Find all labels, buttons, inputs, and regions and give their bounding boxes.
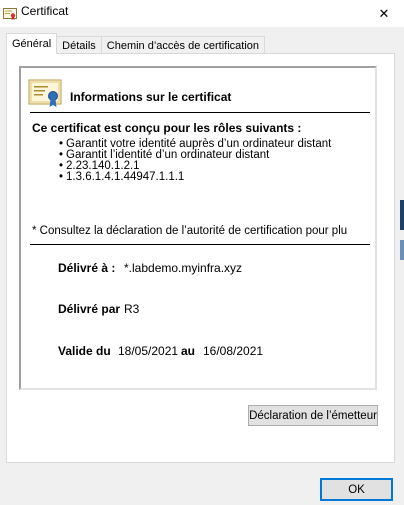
issued-to-label: Délivré à : [58,261,116,275]
tab-details[interactable]: Détails [56,36,102,54]
info-title: Informations sur le certificat [70,90,232,104]
ca-statement-note: * Consultez la déclaration de l’autorité… [32,225,348,237]
tab-strip: Général Détails Chemin d’accès de certif… [6,32,266,54]
valid-to-value: 16/08/2021 [203,344,264,358]
certificate-document-icon [28,79,62,107]
roles-title: Ce certificat est conçu pour les rôles s… [32,121,302,135]
issuer-statement-button[interactable]: Déclaration de l’émetteur [248,405,378,426]
issued-by-label: Délivré par [58,302,121,316]
certificate-icon [3,8,17,20]
valid-to-label: au [181,344,196,358]
certificate-dialog: Certificat ✕ Général Détails Chemin d’ac… [0,0,404,505]
certificate-info-box: Informations sur le certificat Ce certif… [19,66,377,390]
window-title: Certificat [21,4,69,18]
ok-button[interactable]: OK [320,478,393,501]
issued-to-value: *.labdemo.myinfra.xyz [124,261,243,275]
general-tab-panel: Informations sur le certificat Ce certif… [6,53,395,463]
tab-certification-path[interactable]: Chemin d’accès de certification [100,36,266,54]
valid-from-label: Valide du [58,344,111,358]
close-button[interactable]: ✕ [364,0,404,27]
background-window-edge [400,240,404,260]
title-bar: Certificat ✕ [0,0,404,27]
separator-top [30,112,370,113]
issued-by-value: R3 [124,302,140,316]
valid-from-value: 18/05/2021 [118,344,179,358]
background-window-edge [400,200,404,230]
close-icon: ✕ [378,5,390,21]
roles-list: Garantit votre identité auprès d’un ordi… [59,138,331,183]
separator-bottom [30,244,370,245]
tab-general[interactable]: Général [6,33,58,54]
dialog-footer: OK [0,470,404,505]
list-item: 1.3.6.1.4.1.44947.1.1.1 [59,171,331,183]
